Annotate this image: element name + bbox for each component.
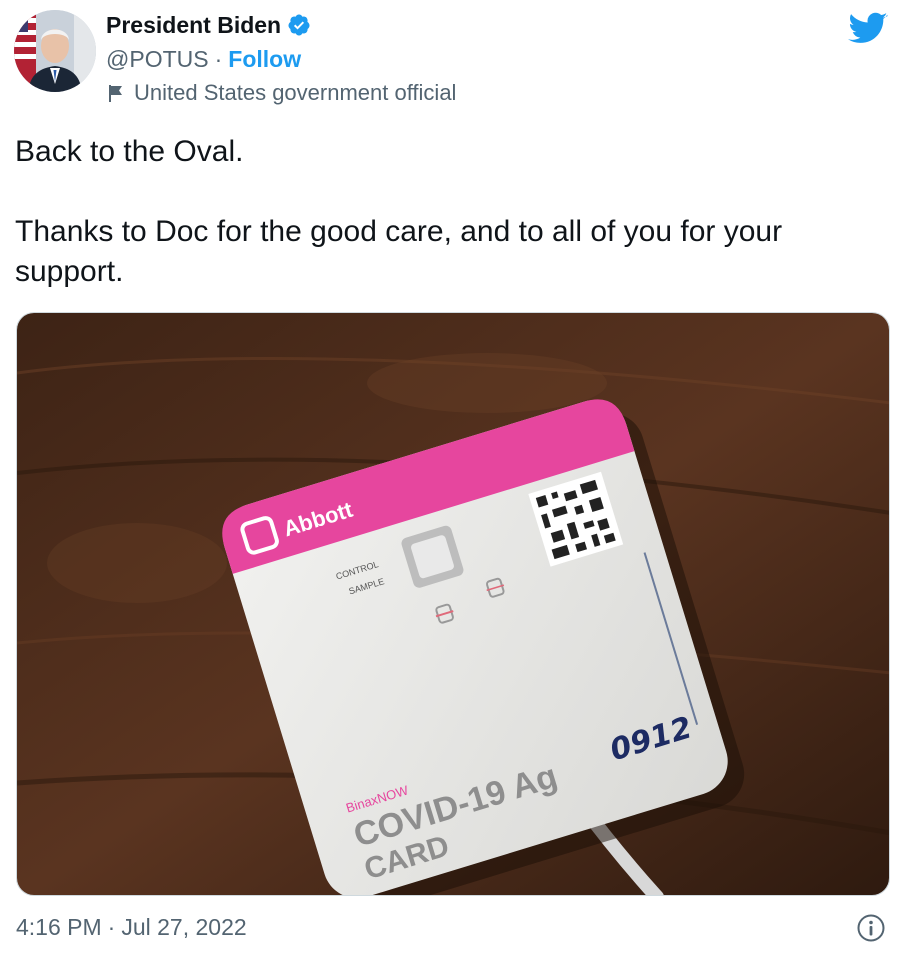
author-handle[interactable]: @POTUS [106, 46, 209, 73]
flag-icon [109, 85, 122, 102]
tweet-timestamp[interactable]: 4:16 PM · Jul 27, 2022 [16, 914, 247, 941]
tweet-card: President Biden @POTUS · Follow United S… [0, 0, 900, 954]
tweet-text: Back to the Oval. Thanks to Doc for the … [15, 132, 890, 292]
author-handle-row: @POTUS · Follow [106, 44, 301, 74]
follow-button[interactable]: Follow [228, 46, 301, 73]
account-label-text[interactable]: United States government official [134, 80, 456, 106]
author-name-row: President Biden [106, 10, 311, 40]
timestamp-time: 4:16 PM [16, 914, 102, 940]
account-label-row: United States government official [106, 78, 456, 108]
handle-separator: · [214, 45, 223, 72]
info-icon[interactable] [856, 913, 886, 943]
tweet-text-line: Thanks to Doc for the good care, and to … [15, 215, 783, 288]
covid-test-card-photo: Abbott CONTROL SAMPLE BinaxNOW COVID-19 … [17, 313, 889, 895]
twitter-bird-icon[interactable] [848, 12, 888, 46]
tweet-media-image[interactable]: Abbott CONTROL SAMPLE BinaxNOW COVID-19 … [16, 312, 890, 896]
tweet-text-line: Back to the Oval. [15, 135, 244, 168]
timestamp-separator: · [107, 914, 116, 940]
avatar[interactable] [14, 10, 96, 92]
verified-badge-icon [288, 14, 310, 36]
timestamp-date: Jul 27, 2022 [121, 914, 247, 940]
author-display-name[interactable]: President Biden [106, 12, 281, 39]
avatar-image [14, 10, 96, 92]
